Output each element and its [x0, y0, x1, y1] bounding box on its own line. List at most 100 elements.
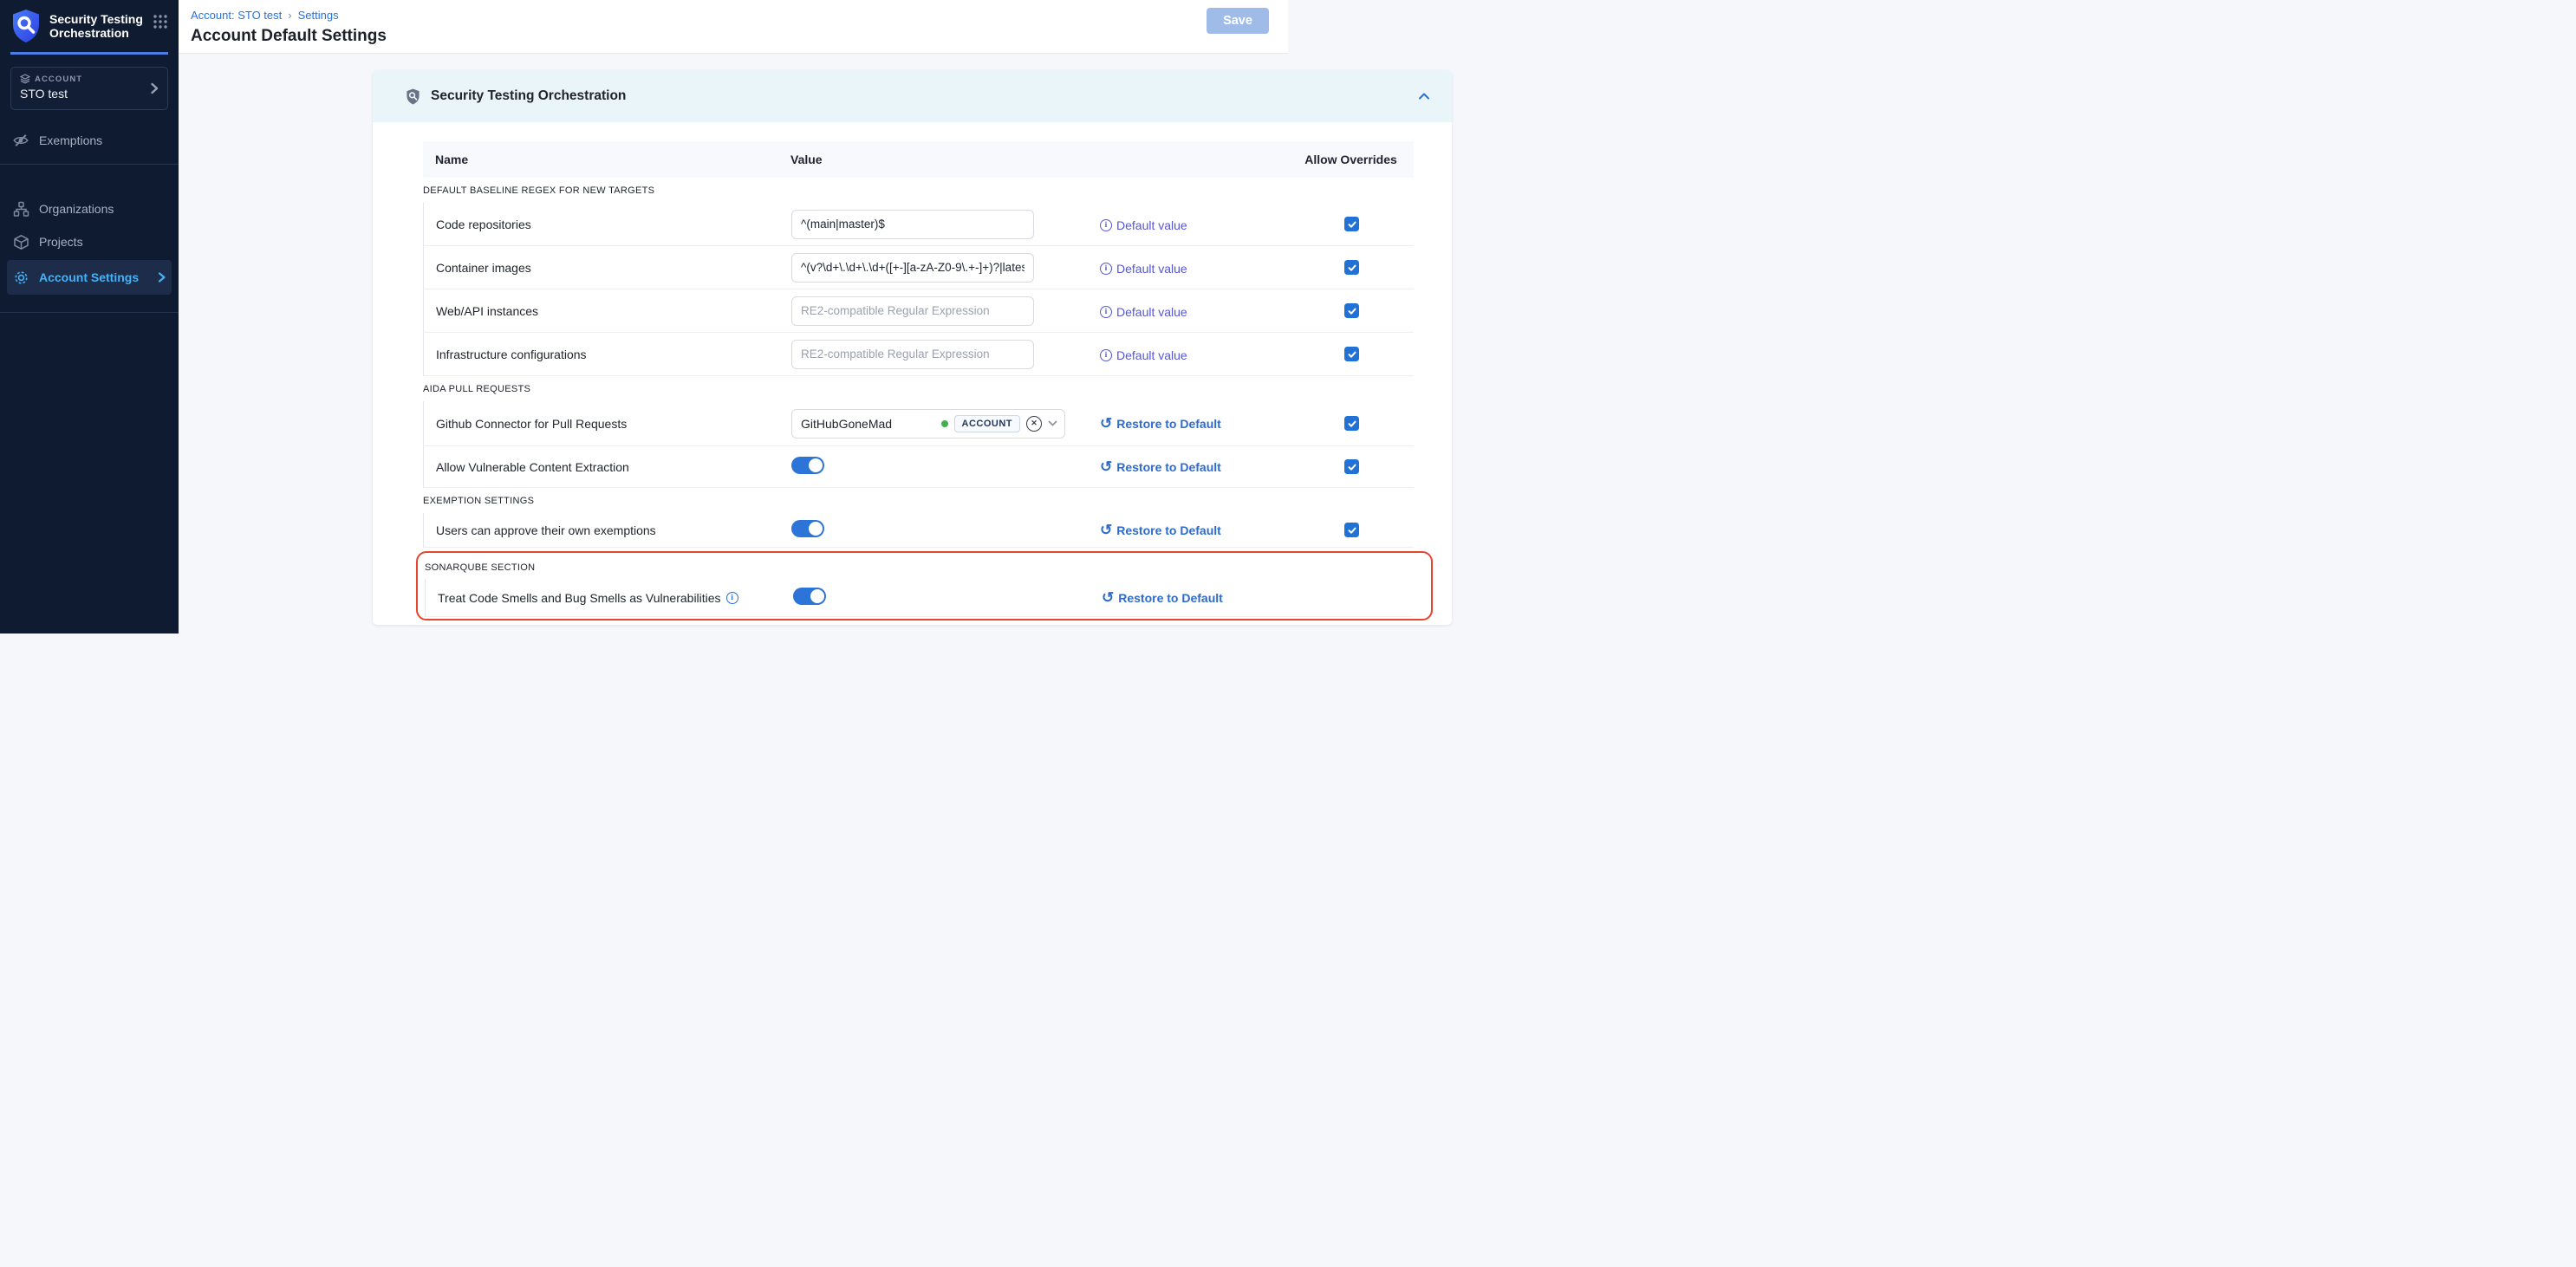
info-icon: i — [1100, 263, 1112, 275]
info-icon: i — [1100, 306, 1112, 318]
info-icon[interactable]: i — [726, 592, 738, 604]
default-value-link[interactable]: i Default value — [1100, 218, 1187, 232]
self-approve-exemptions-toggle[interactable] — [791, 520, 824, 537]
restore-icon: ↺ — [1102, 590, 1114, 605]
setting-name: Allow Vulnerable Content Extraction — [424, 460, 791, 474]
connector-scope-badge: ACCOUNT — [954, 415, 1021, 432]
allow-overrides-checkbox[interactable] — [1344, 347, 1359, 361]
breadcrumb-account-link[interactable]: Account: STO test — [191, 9, 282, 22]
sidebar-item-account-settings[interactable]: Account Settings — [7, 260, 172, 295]
default-value-link[interactable]: i Default value — [1100, 348, 1187, 362]
shield-search-icon — [406, 88, 420, 105]
breadcrumb-settings-link[interactable]: Settings — [298, 9, 339, 22]
section-label-aida-pull-requests: AIDA PULL REQUESTS — [423, 376, 1414, 401]
sidebar-item-label: Account Settings — [39, 270, 139, 284]
column-header-name: Name — [423, 153, 790, 166]
module-accent-bar — [10, 52, 168, 55]
setting-name: Code repositories — [424, 218, 791, 231]
table-row: Web/API instances i Default value — [423, 289, 1414, 333]
layers-icon — [20, 74, 30, 84]
sidebar-item-label: Exemptions — [39, 133, 102, 147]
info-icon: i — [1100, 219, 1112, 231]
sidebar-divider — [0, 164, 179, 165]
setting-name: Users can approve their own exemptions — [424, 523, 791, 537]
table-row: Code repositories i Default value — [423, 203, 1414, 246]
account-name: STO test — [20, 87, 159, 101]
projects-cube-icon — [12, 234, 29, 250]
sidebar-item-label: Projects — [39, 235, 83, 249]
chevron-right-icon — [149, 81, 159, 95]
page-header: Account: STO test › Settings Account Def… — [179, 0, 1288, 54]
infrastructure-configurations-input[interactable] — [791, 340, 1034, 369]
connector-status-dot-icon — [941, 420, 948, 427]
allow-overrides-checkbox[interactable] — [1344, 459, 1359, 474]
page-content: Security Testing Orchestration Name Valu… — [179, 54, 1288, 634]
sidebar-item-projects[interactable]: Projects — [0, 225, 179, 258]
code-repositories-input[interactable] — [791, 210, 1034, 239]
section-label-baseline-regex: DEFAULT BASELINE REGEX FOR NEW TARGETS — [423, 178, 1414, 203]
restore-icon: ↺ — [1100, 416, 1112, 431]
table-row: Container images i Default value — [423, 246, 1414, 289]
setting-name: Infrastructure configurations — [424, 348, 791, 361]
table-row: Users can approve their own exemptions ↺… — [423, 513, 1414, 548]
gear-icon — [12, 270, 29, 286]
save-button[interactable]: Save — [1207, 8, 1269, 34]
sidebar-item-exemptions[interactable]: Exemptions — [0, 124, 179, 157]
table-row: Infrastructure configurations i Default … — [423, 333, 1414, 376]
app-switcher-icon[interactable] — [153, 14, 168, 29]
allow-overrides-checkbox[interactable] — [1344, 217, 1359, 231]
allow-overrides-checkbox[interactable] — [1344, 260, 1359, 275]
annotation-highlight-box: SONARQUBE SECTION Treat Code Smells and … — [416, 551, 1433, 621]
sidebar-divider — [0, 312, 179, 313]
setting-name: Web/API instances — [424, 304, 791, 318]
account-scope-selector[interactable]: ACCOUNT STO test — [10, 67, 168, 110]
account-scope-label: ACCOUNT — [35, 75, 82, 84]
collapse-chevron-up-icon[interactable] — [1417, 89, 1431, 103]
connector-name: GitHubGoneMad — [801, 417, 892, 431]
sidebar-item-label: Organizations — [39, 202, 114, 216]
breadcrumb: Account: STO test › Settings — [191, 9, 1288, 22]
restore-icon: ↺ — [1100, 523, 1112, 537]
allow-overrides-checkbox[interactable] — [1344, 416, 1359, 431]
main-area: Account: STO test › Settings Account Def… — [179, 0, 1288, 634]
table-row: Treat Code Smells and Bug Smells as Vuln… — [425, 579, 1412, 617]
treat-code-smells-toggle[interactable] — [793, 588, 826, 605]
info-icon: i — [1100, 349, 1112, 361]
vulnerable-content-toggle[interactable] — [791, 457, 824, 474]
app-title: Security Testing Orchestration — [49, 12, 145, 40]
section-label-exemption-settings: EXEMPTION SETTINGS — [423, 488, 1414, 513]
table-row: Allow Vulnerable Content Extraction ↺ Re… — [423, 446, 1414, 488]
app-header: Security Testing Orchestration — [0, 0, 179, 50]
breadcrumb-separator-icon: › — [288, 9, 291, 22]
table-row: Github Connector for Pull Requests GitHu… — [423, 401, 1414, 446]
clear-selection-icon[interactable]: ✕ — [1026, 416, 1042, 432]
default-value-link[interactable]: i Default value — [1100, 305, 1187, 319]
sidebar-item-organizations[interactable]: Organizations — [0, 192, 179, 225]
table-header-row: Name Value Allow Overrides — [423, 141, 1414, 178]
settings-card: Security Testing Orchestration Name Valu… — [373, 70, 1452, 625]
sto-shield-logo-icon — [10, 9, 42, 43]
restore-to-default-link[interactable]: ↺ Restore to Default — [1100, 459, 1221, 474]
organizations-icon — [12, 201, 29, 218]
eye-off-icon — [12, 132, 29, 149]
allow-overrides-checkbox[interactable] — [1344, 303, 1359, 318]
sto-section-header[interactable]: Security Testing Orchestration — [373, 70, 1452, 122]
setting-name: Container images — [424, 261, 791, 275]
column-header-value: Value — [790, 153, 1099, 166]
allow-overrides-checkbox[interactable] — [1344, 523, 1359, 537]
setting-name: Github Connector for Pull Requests — [424, 417, 791, 431]
panel-title: Security Testing Orchestration — [431, 88, 626, 104]
restore-to-default-link[interactable]: ↺ Restore to Default — [1100, 416, 1221, 431]
github-connector-select[interactable]: GitHubGoneMad ACCOUNT ✕ — [791, 409, 1065, 439]
restore-icon: ↺ — [1100, 459, 1112, 474]
page-title: Account Default Settings — [191, 27, 1288, 46]
default-value-link[interactable]: i Default value — [1100, 262, 1187, 276]
setting-name: Treat Code Smells and Bug Smells as Vuln… — [438, 591, 721, 605]
restore-to-default-link[interactable]: ↺ Restore to Default — [1100, 523, 1221, 537]
container-images-input[interactable] — [791, 253, 1034, 283]
chevron-down-icon[interactable] — [1048, 420, 1057, 426]
sidebar: Security Testing Orchestration ACCOUNT S… — [0, 0, 179, 634]
web-api-instances-input[interactable] — [791, 296, 1034, 326]
column-header-overrides: Allow Overrides — [1297, 153, 1405, 166]
restore-to-default-link[interactable]: ↺ Restore to Default — [1102, 590, 1223, 605]
